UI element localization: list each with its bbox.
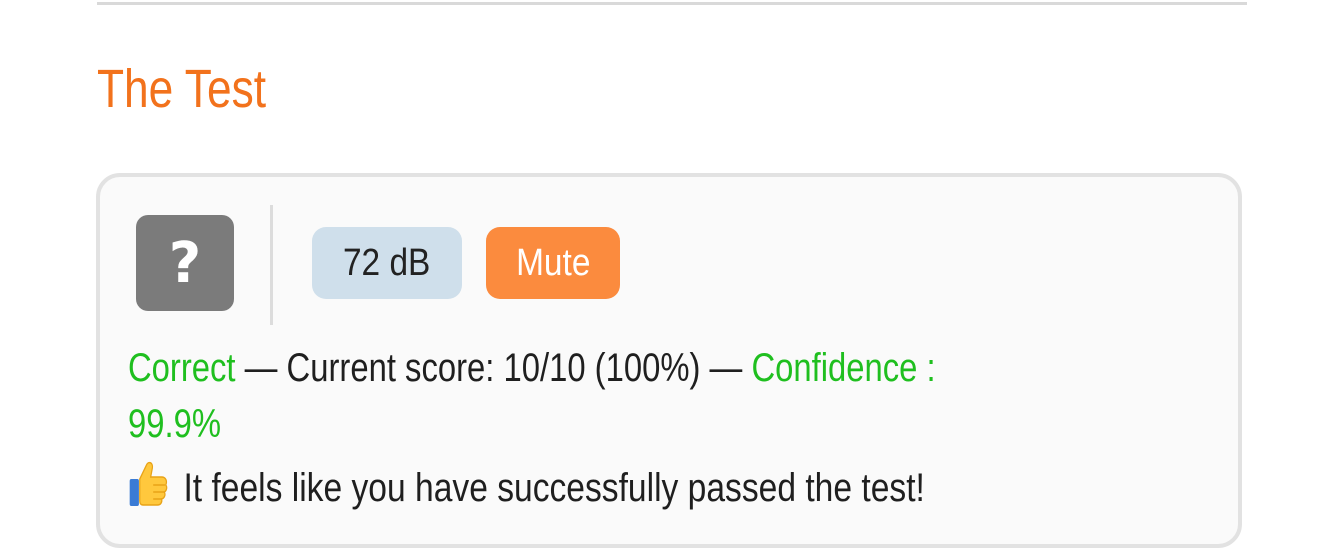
- confidence-value: 99.9%: [128, 402, 222, 446]
- mute-label: Mute: [515, 241, 591, 284]
- top-divider: [97, 2, 1247, 5]
- pass-message: It feels like you have successfully pass…: [183, 466, 925, 510]
- page-title: The Test: [97, 59, 267, 119]
- confidence-label: Confidence :: [751, 346, 936, 390]
- question-glyph: ?: [168, 230, 202, 296]
- question-mark-icon: ?: [136, 215, 234, 311]
- score-prefix: — Current score:: [235, 346, 504, 390]
- pass-message-row: It feels like you have successfully pass…: [128, 457, 1220, 516]
- vertical-divider: [270, 205, 273, 325]
- mute-button[interactable]: Mute: [486, 227, 620, 299]
- volume-label: 72 dB: [343, 241, 431, 284]
- score-value: 10/10 (100%): [503, 346, 701, 390]
- test-panel: ? 72 dB Mute Correct — Current score: 10…: [96, 173, 1242, 548]
- volume-level-badge: 72 dB: [312, 227, 462, 299]
- confidence-separator: —: [700, 346, 752, 390]
- result-summary: Correct — Current score: 10/10 (100%) — …: [128, 340, 1194, 452]
- result-status: Correct: [128, 346, 236, 390]
- thumbs-up-icon: [129, 461, 168, 506]
